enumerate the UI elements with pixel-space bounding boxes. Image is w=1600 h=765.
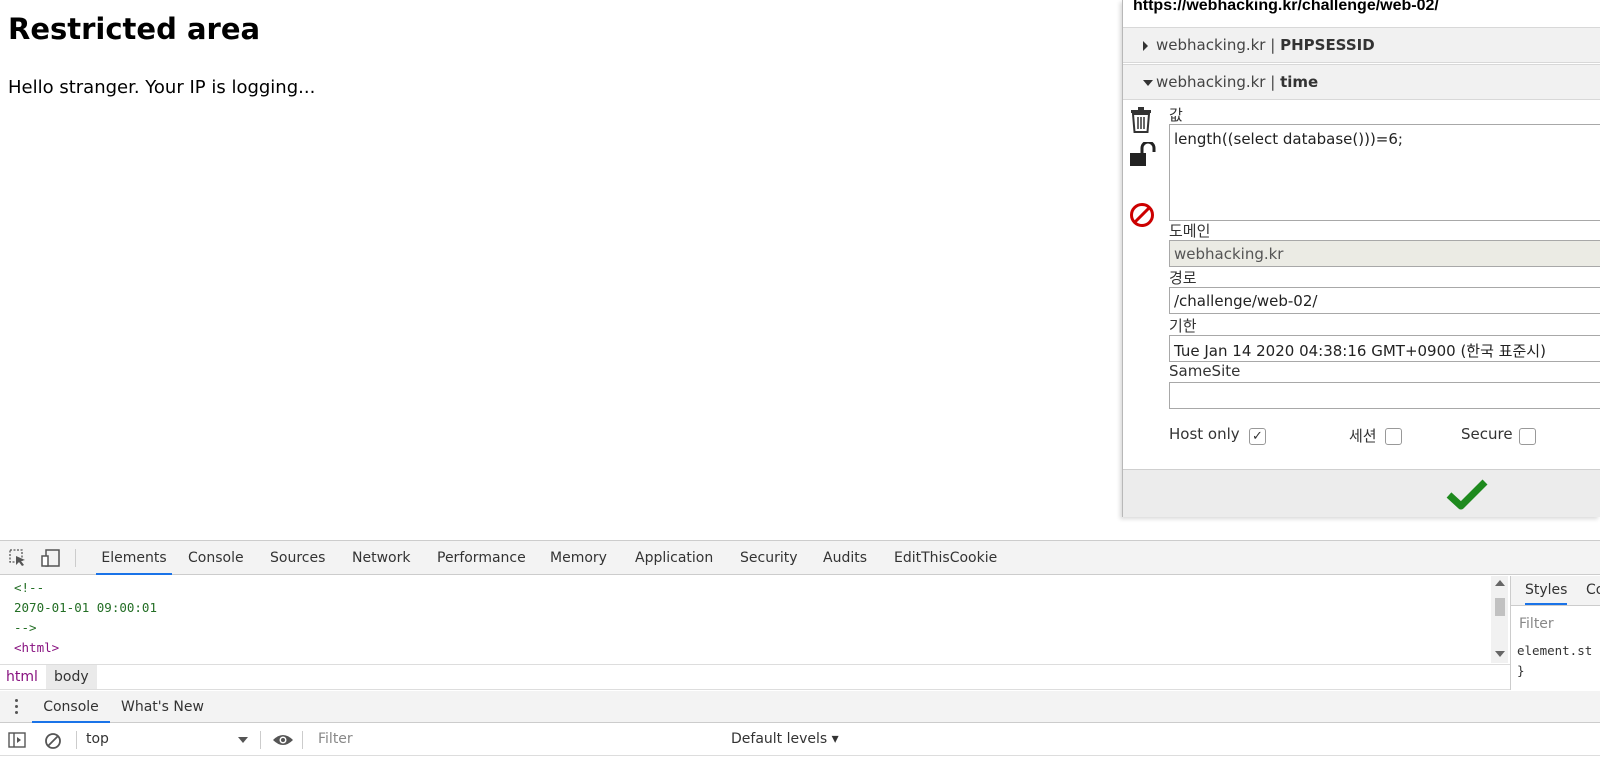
cookie-samesite-select[interactable]	[1169, 382, 1600, 409]
breadcrumb-html[interactable]: html	[6, 669, 38, 685]
cookie-row-label: webhacking.kr | PHPSESSID	[1156, 36, 1375, 54]
devtools-panel: Elements Console Sources Network Perform…	[0, 540, 1600, 765]
toolbar-divider	[302, 731, 303, 749]
code-line[interactable]: <html>	[14, 640, 59, 655]
chevron-down-icon	[238, 737, 248, 743]
style-rule-close: }	[1517, 663, 1525, 678]
drawer-tab-whats-new[interactable]: What's New	[121, 691, 204, 723]
block-icon[interactable]	[1129, 202, 1155, 232]
page-message: Hello stranger. Your IP is logging...	[8, 77, 316, 98]
save-check-icon[interactable]	[1446, 478, 1488, 514]
trash-icon[interactable]	[1129, 107, 1153, 137]
toolbar-divider	[75, 549, 76, 567]
cookie-path-input[interactable]: /challenge/web-02/	[1169, 287, 1600, 314]
tab-application[interactable]: Application	[635, 541, 713, 575]
tab-performance[interactable]: Performance	[437, 541, 526, 575]
secure-label: Secure	[1461, 425, 1513, 443]
context-select[interactable]: top	[86, 731, 248, 747]
tab-memory[interactable]: Memory	[550, 541, 607, 575]
drawer-tab-bar: Console What's New	[0, 691, 1600, 723]
tab-elements[interactable]: Elements	[96, 541, 172, 575]
elements-tree[interactable]: <!-- 2070-01-01 09:00:01 --> <html>	[0, 576, 1494, 663]
page-title: Restricted area	[8, 12, 261, 46]
elements-scrollbar[interactable]	[1491, 576, 1508, 663]
session-label: 세션	[1349, 427, 1377, 445]
tab-computed[interactable]: Co	[1586, 582, 1600, 598]
expand-arrow-icon	[1143, 41, 1148, 51]
cookie-editor-popup: https://webhacking.kr/challenge/web-02/ …	[1122, 0, 1600, 517]
drawer-menu-icon[interactable]	[15, 699, 19, 717]
cookie-row-phpsessid[interactable]: webhacking.kr | PHPSESSID	[1123, 27, 1600, 63]
console-filter-input[interactable]: Filter	[310, 728, 720, 752]
tab-console[interactable]: Console	[188, 541, 244, 575]
style-rule-selector: element.st	[1517, 643, 1593, 658]
breadcrumb: html body	[0, 664, 1510, 690]
clear-console-icon[interactable]	[44, 732, 62, 754]
devtools-tab-bar: Elements Console Sources Network Perform…	[0, 541, 1600, 575]
toolbar-divider	[260, 731, 261, 749]
host-only-label: Host only	[1169, 425, 1240, 443]
console-toolbar: top Filter Default levels ▾	[0, 724, 1600, 756]
cookie-domain-input: webhacking.kr	[1169, 240, 1600, 267]
cookie-expiry-input[interactable]: Tue Jan 14 2020 04:38:16 GMT+0900 (한국 표준…	[1169, 335, 1600, 362]
code-line[interactable]: 2070-01-01 09:00:01	[14, 600, 157, 615]
device-toggle-icon[interactable]	[41, 549, 61, 571]
sidebar-toggle-icon[interactable]	[8, 732, 26, 752]
secure-checkbox[interactable]	[1519, 428, 1536, 445]
styles-tab-bar: Styles Co	[1511, 576, 1600, 606]
scroll-down-icon[interactable]	[1495, 651, 1505, 657]
cookie-row-time[interactable]: webhacking.kr | time	[1123, 64, 1600, 100]
value-label: 값	[1169, 106, 1183, 124]
expiry-label: 기한	[1169, 317, 1197, 335]
breadcrumb-body[interactable]: body	[46, 665, 97, 689]
log-levels-dropdown[interactable]: Default levels ▾	[731, 731, 839, 747]
collapse-arrow-icon	[1143, 80, 1153, 86]
domain-label: 도메인	[1169, 222, 1211, 240]
scroll-thumb[interactable]	[1495, 598, 1505, 616]
tab-styles[interactable]: Styles	[1525, 582, 1568, 605]
save-bar	[1123, 469, 1600, 517]
tab-audits[interactable]: Audits	[823, 541, 867, 575]
eye-icon[interactable]	[272, 732, 294, 752]
samesite-label: SameSite	[1169, 362, 1241, 380]
code-line[interactable]: <!--	[14, 580, 44, 595]
tab-editthiscookie[interactable]: EditThisCookie	[894, 541, 997, 575]
tab-sources[interactable]: Sources	[270, 541, 325, 575]
cookie-row-label: webhacking.kr | time	[1156, 73, 1319, 91]
cookie-value-input[interactable]: length((select database()))=6;	[1169, 124, 1600, 221]
drawer-tab-console[interactable]: Console	[32, 691, 110, 723]
path-label: 경로	[1169, 269, 1197, 287]
cookie-value-text: length((select database()))=6;	[1174, 130, 1403, 148]
tab-security[interactable]: Security	[740, 541, 798, 575]
scroll-up-icon[interactable]	[1495, 580, 1505, 586]
toolbar-divider	[76, 731, 77, 749]
styles-filter-input[interactable]: Filter	[1519, 616, 1554, 632]
popup-url: https://webhacking.kr/challenge/web-02/	[1133, 0, 1439, 14]
code-line[interactable]: -->	[14, 620, 37, 635]
styles-pane: Styles Co Filter element.st }	[1510, 576, 1600, 690]
inspect-element-icon[interactable]	[9, 549, 27, 571]
session-checkbox[interactable]	[1385, 428, 1402, 445]
tab-network[interactable]: Network	[352, 541, 410, 575]
unlock-icon[interactable]	[1129, 140, 1157, 172]
host-only-checkbox[interactable]: ✓	[1249, 428, 1266, 445]
